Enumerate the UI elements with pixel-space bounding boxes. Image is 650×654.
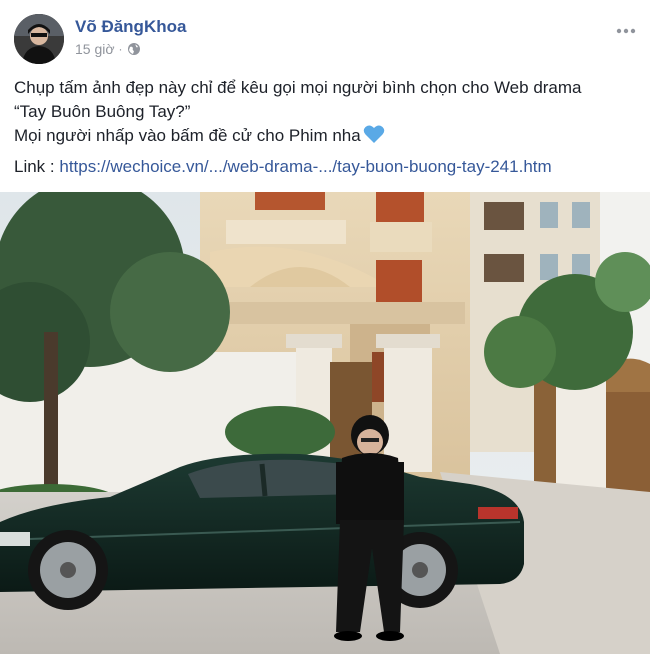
author-name[interactable]: Võ ĐăngKhoa xyxy=(75,17,186,37)
post-meta: 15 giờ · xyxy=(75,41,141,57)
post-photo[interactable] xyxy=(0,192,650,654)
post-link[interactable]: https://wechoice.vn/.../web-drama-.../ta… xyxy=(59,157,551,176)
link-label: Link : xyxy=(14,157,60,176)
globe-icon[interactable] xyxy=(127,42,141,56)
post-text-line: “Tay Buôn Buông Tay?” xyxy=(14,102,191,121)
more-options-icon[interactable] xyxy=(614,22,638,40)
blue-heart-icon xyxy=(363,124,385,144)
facebook-post: Võ ĐăngKhoa 15 giờ · Chụp tấm ảnh đẹp nà… xyxy=(0,0,650,654)
post-text-line: Chụp tấm ảnh đẹp này chỉ để kêu gọi mọi … xyxy=(14,78,582,97)
post-time[interactable]: 15 giờ xyxy=(75,41,115,57)
post-text-line3: Mọi người nhấp vào bấm đề cử cho Phim nh… xyxy=(14,126,361,145)
avatar[interactable] xyxy=(14,14,64,64)
post-text-line: Mọi người nhấp vào bấm đề cử cho Phim nh… xyxy=(14,124,630,148)
post-text: Chụp tấm ảnh đẹp này chỉ để kêu gọi mọi … xyxy=(14,76,630,148)
post-header: Võ ĐăngKhoa 15 giờ · xyxy=(14,14,650,64)
link-line: Link : https://wechoice.vn/.../web-drama… xyxy=(14,155,552,179)
meta-separator: · xyxy=(118,42,123,56)
